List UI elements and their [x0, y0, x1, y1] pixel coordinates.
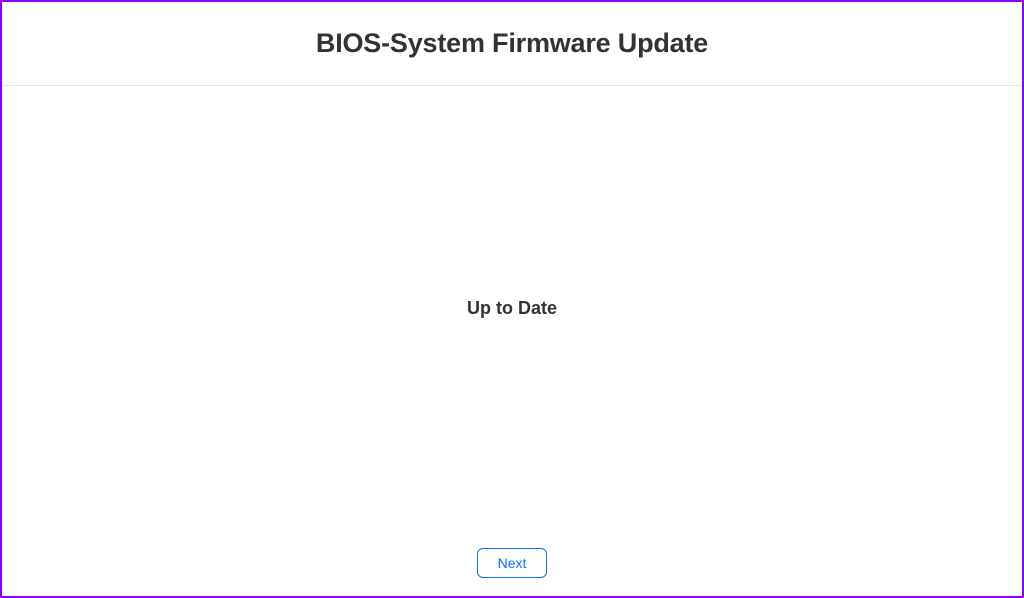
header: BIOS-System Firmware Update [2, 2, 1022, 86]
footer: Next [2, 530, 1022, 596]
main-content: Up to Date [2, 86, 1022, 530]
status-text: Up to Date [467, 298, 557, 319]
page-title: BIOS-System Firmware Update [22, 28, 1002, 59]
next-button[interactable]: Next [477, 548, 548, 578]
